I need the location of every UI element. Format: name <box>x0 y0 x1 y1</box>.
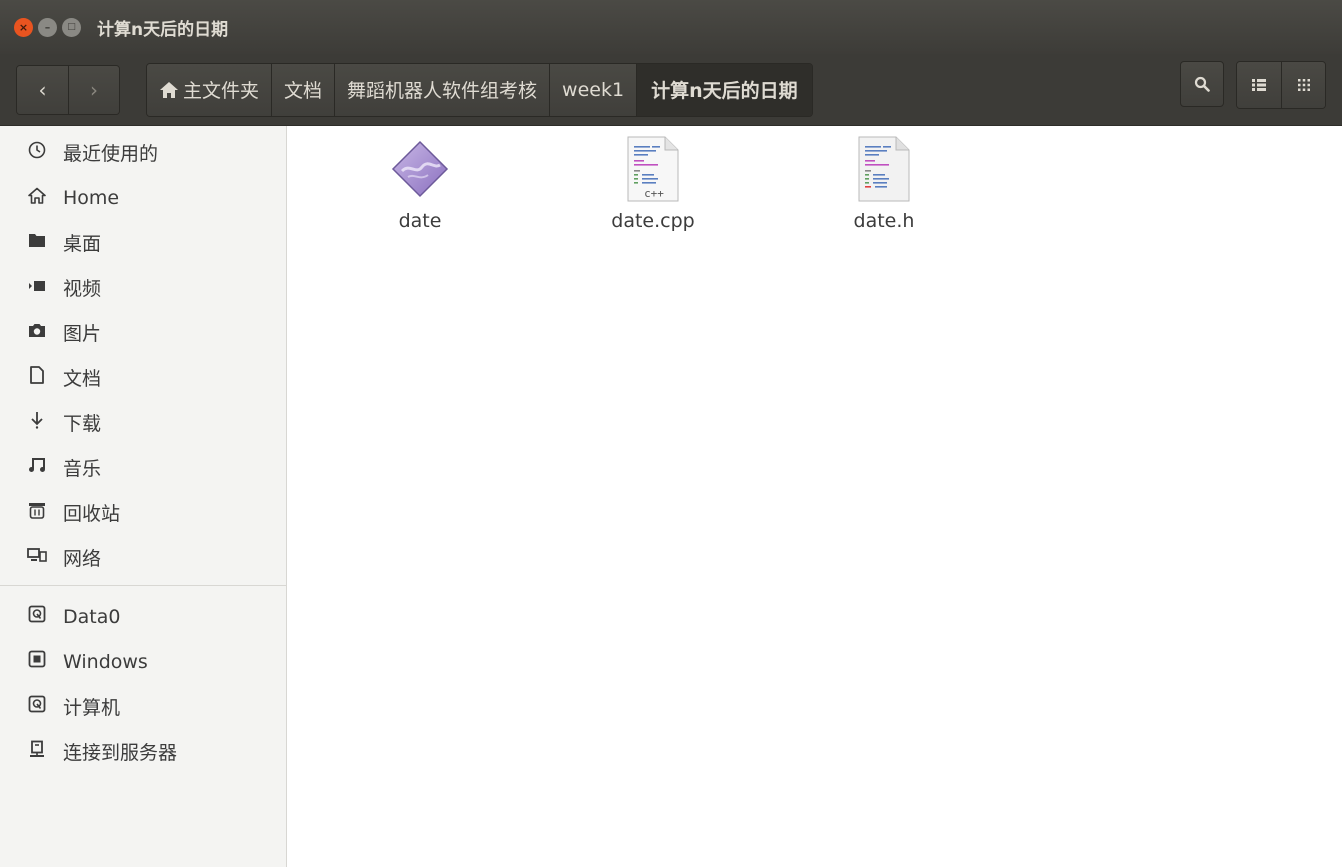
file-name: date <box>398 210 442 232</box>
folder-icon <box>26 232 48 253</box>
window-controls: × – □ <box>14 17 81 37</box>
window-title: 计算n天后的日期 <box>97 19 229 40</box>
list-view-button[interactable] <box>1237 62 1281 108</box>
chevron-right-icon: › <box>90 77 98 102</box>
server-icon <box>26 740 48 763</box>
maximize-window-button[interactable]: □ <box>62 17 81 37</box>
breadcrumb-dance-robot[interactable]: 舞蹈机器人软件组考核 <box>334 63 550 116</box>
sidebar: 最近使用的 Home 桌面 视频 图片 文档 下载 音乐 回收站 网络 Data… <box>0 126 287 867</box>
music-icon <box>26 457 48 478</box>
trash-icon <box>26 501 48 524</box>
network-icon <box>26 547 48 568</box>
home-icon <box>160 81 178 98</box>
navigation-buttons: ‹ › <box>16 64 120 115</box>
breadcrumb-week1[interactable]: week1 <box>549 63 637 116</box>
document-icon <box>26 366 48 389</box>
header-source-icon <box>852 136 916 202</box>
clock-icon <box>26 141 48 164</box>
file-item-date-h[interactable]: date.h <box>809 136 959 232</box>
file-name: date.cpp <box>611 210 695 232</box>
toolbar-right <box>1180 61 1326 109</box>
sidebar-item-connect-server[interactable]: 连接到服务器 <box>0 729 286 774</box>
sidebar-item-data0[interactable]: Data0 <box>0 594 286 639</box>
grid-view-button[interactable] <box>1281 62 1325 108</box>
drive-icon <box>26 605 48 628</box>
download-icon <box>26 411 48 434</box>
sidebar-item-recent[interactable]: 最近使用的 <box>0 130 286 175</box>
breadcrumb-current[interactable]: 计算n天后的日期 <box>636 63 812 116</box>
cpp-badge: c++ <box>644 187 664 200</box>
toolbar: ‹ › 主文件夹 文档 舞蹈机器人软件组考核 week1 计算n天后的日期 <box>0 54 1342 126</box>
sidebar-item-downloads[interactable]: 下载 <box>0 400 286 445</box>
sidebar-item-trash[interactable]: 回收站 <box>0 490 286 535</box>
minimize-window-button[interactable]: – <box>38 17 57 37</box>
file-item-date[interactable]: date <box>345 136 495 232</box>
search-icon <box>1194 76 1210 92</box>
breadcrumb-home[interactable]: 主文件夹 <box>147 63 272 116</box>
cpp-source-icon: c++ <box>621 136 685 202</box>
sidebar-item-home[interactable]: Home <box>0 175 286 220</box>
video-icon <box>26 278 48 298</box>
sidebar-item-pictures[interactable]: 图片 <box>0 310 286 355</box>
sidebar-item-desktop[interactable]: 桌面 <box>0 220 286 265</box>
drive-icon <box>26 695 48 718</box>
sidebar-item-network[interactable]: 网络 <box>0 535 286 580</box>
chevron-left-icon: ‹ <box>38 77 47 102</box>
file-name: date.h <box>853 210 915 232</box>
camera-icon <box>26 322 48 343</box>
back-button[interactable]: ‹ <box>17 65 68 114</box>
sidebar-item-music[interactable]: 音乐 <box>0 445 286 490</box>
grid-view-icon <box>1297 79 1310 91</box>
sidebar-item-windows[interactable]: Windows <box>0 639 286 684</box>
sidebar-item-videos[interactable]: 视频 <box>0 265 286 310</box>
home-icon <box>26 187 48 209</box>
title-bar: × – □ 计算n天后的日期 <box>0 0 1342 54</box>
chip-drive-icon <box>26 650 48 673</box>
file-view[interactable]: date c++ date.cpp date.h <box>288 126 1342 867</box>
file-item-date-cpp[interactable]: c++ date.cpp <box>578 136 728 232</box>
sidebar-divider <box>0 585 286 586</box>
sidebar-item-computer[interactable]: 计算机 <box>0 684 286 729</box>
breadcrumb: 主文件夹 文档 舞蹈机器人软件组考核 week1 计算n天后的日期 <box>146 62 813 117</box>
view-mode-group <box>1236 61 1326 109</box>
list-view-icon <box>1252 79 1266 91</box>
search-button[interactable] <box>1180 61 1224 107</box>
forward-button[interactable]: › <box>68 65 119 114</box>
executable-icon <box>388 136 452 202</box>
breadcrumb-documents[interactable]: 文档 <box>271 63 335 116</box>
sidebar-item-documents[interactable]: 文档 <box>0 355 286 400</box>
close-window-button[interactable]: × <box>14 17 33 37</box>
